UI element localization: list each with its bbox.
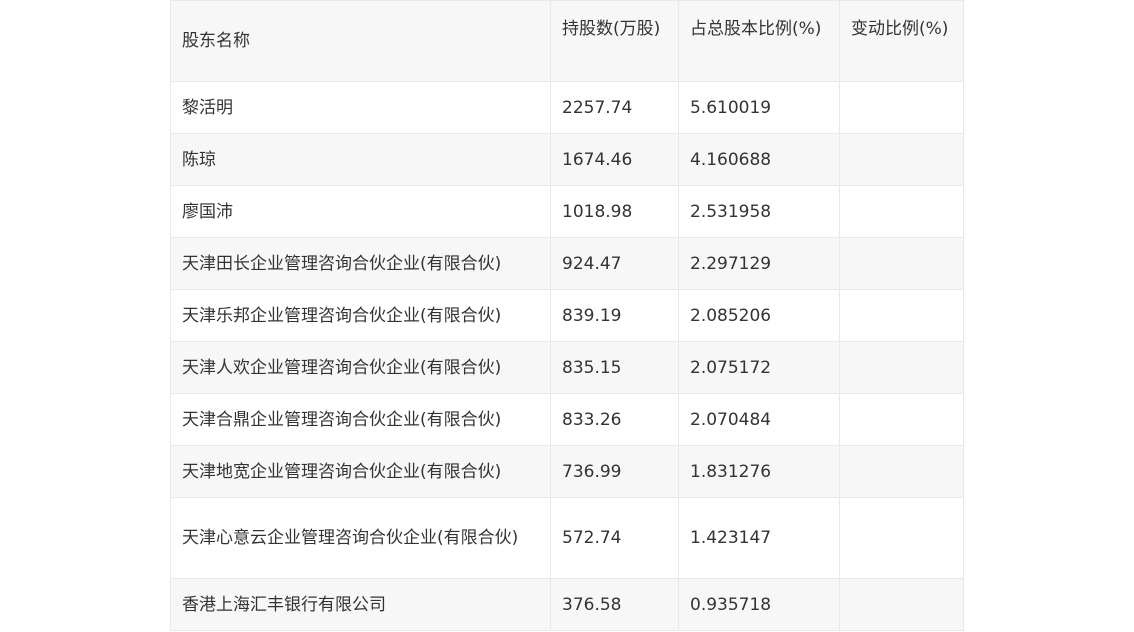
table-header-row: 股东名称 持股数(万股) 占总股本比例(%) 变动比例(%) [170, 0, 964, 82]
cell-share-count: 376.58 [550, 578, 679, 631]
cell-share-count: 2257.74 [550, 81, 679, 134]
table-row: 黎活明 2257.74 5.610019 [170, 81, 964, 134]
cell-shareholder-name: 香港上海汇丰银行有限公司 [170, 578, 551, 631]
cell-shareholder-name: 天津人欢企业管理咨询合伙企业(有限合伙) [170, 341, 551, 394]
cell-share-count: 835.15 [550, 341, 679, 394]
cell-change-ratio [839, 341, 964, 394]
shareholder-table: 股东名称 持股数(万股) 占总股本比例(%) 变动比例(%) 黎活明 2257.… [170, 0, 964, 631]
cell-shareholder-name: 天津乐邦企业管理咨询合伙企业(有限合伙) [170, 289, 551, 342]
cell-share-ratio: 1.831276 [678, 445, 840, 498]
cell-share-ratio: 2.085206 [678, 289, 840, 342]
cell-share-count: 839.19 [550, 289, 679, 342]
cell-shareholder-name: 陈琼 [170, 133, 551, 186]
cell-change-ratio [839, 237, 964, 290]
cell-change-ratio [839, 81, 964, 134]
cell-share-ratio: 2.297129 [678, 237, 840, 290]
cell-shareholder-name: 天津地宽企业管理咨询合伙企业(有限合伙) [170, 445, 551, 498]
table-row: 廖国沛 1018.98 2.531958 [170, 185, 964, 238]
cell-shareholder-name: 黎活明 [170, 81, 551, 134]
shareholder-table-container: 股东名称 持股数(万股) 占总股本比例(%) 变动比例(%) 黎活明 2257.… [170, 0, 964, 631]
cell-shareholder-name: 天津合鼎企业管理咨询合伙企业(有限合伙) [170, 393, 551, 446]
table-row: 天津人欢企业管理咨询合伙企业(有限合伙) 835.15 2.075172 [170, 341, 964, 394]
cell-share-count: 1674.46 [550, 133, 679, 186]
table-row: 天津田长企业管理咨询合伙企业(有限合伙) 924.47 2.297129 [170, 237, 964, 290]
cell-share-count: 833.26 [550, 393, 679, 446]
cell-share-ratio: 1.423147 [678, 497, 840, 579]
cell-share-count: 924.47 [550, 237, 679, 290]
cell-share-ratio: 2.070484 [678, 393, 840, 446]
cell-share-ratio: 5.610019 [678, 81, 840, 134]
table-row: 天津合鼎企业管理咨询合伙企业(有限合伙) 833.26 2.070484 [170, 393, 964, 446]
header-share-ratio: 占总股本比例(%) [678, 0, 840, 82]
cell-change-ratio [839, 393, 964, 446]
cell-share-count: 1018.98 [550, 185, 679, 238]
cell-change-ratio [839, 497, 964, 579]
header-change-ratio: 变动比例(%) [839, 0, 964, 82]
header-shareholder-name: 股东名称 [170, 0, 551, 82]
table-row: 天津地宽企业管理咨询合伙企业(有限合伙) 736.99 1.831276 [170, 445, 964, 498]
cell-shareholder-name: 天津心意云企业管理咨询合伙企业(有限合伙) [170, 497, 551, 579]
cell-shareholder-name: 廖国沛 [170, 185, 551, 238]
cell-share-ratio: 0.935718 [678, 578, 840, 631]
cell-change-ratio [839, 445, 964, 498]
cell-share-ratio: 4.160688 [678, 133, 840, 186]
cell-share-count: 736.99 [550, 445, 679, 498]
cell-share-ratio: 2.075172 [678, 341, 840, 394]
cell-change-ratio [839, 185, 964, 238]
table-row: 天津心意云企业管理咨询合伙企业(有限合伙) 572.74 1.423147 [170, 497, 964, 579]
cell-shareholder-name: 天津田长企业管理咨询合伙企业(有限合伙) [170, 237, 551, 290]
table-row: 香港上海汇丰银行有限公司 376.58 0.935718 [170, 578, 964, 631]
header-share-count: 持股数(万股) [550, 0, 679, 82]
table-row: 陈琼 1674.46 4.160688 [170, 133, 964, 186]
cell-share-ratio: 2.531958 [678, 185, 840, 238]
table-row: 天津乐邦企业管理咨询合伙企业(有限合伙) 839.19 2.085206 [170, 289, 964, 342]
cell-change-ratio [839, 289, 964, 342]
cell-change-ratio [839, 578, 964, 631]
cell-share-count: 572.74 [550, 497, 679, 579]
cell-change-ratio [839, 133, 964, 186]
